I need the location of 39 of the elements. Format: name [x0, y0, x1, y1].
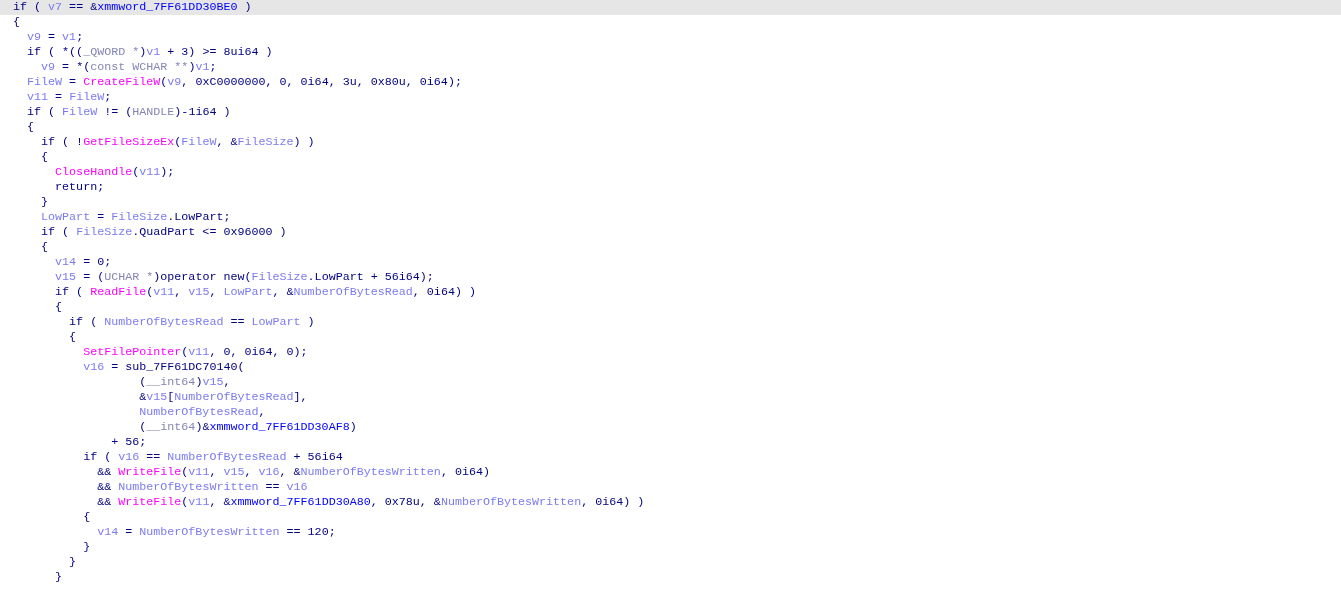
code-line: && WriteFile(v11, v15, v16, &NumberOfBytesWritten, 0i64): [96, 465, 490, 480]
code-line: (__int64)&xmmword_7FF61DD30AF8): [138, 420, 357, 435]
code-line: LowPart = FileSize.LowPart;: [40, 210, 231, 225]
code-line: {: [40, 150, 49, 165]
code-line: v16 = sub_7FF61DC70140(: [82, 360, 245, 375]
code-line: FileW = CreateFileW(v9, 0xC0000000, 0, 0i64, 3u, 0x80u, 0i64);: [26, 75, 462, 90]
code-line: {: [40, 240, 49, 255]
code-line: + 56;: [110, 435, 147, 450]
code-line: if ( v7 == &xmmword_7FF61DD30BE0 ): [12, 0, 252, 15]
code-line: if ( ReadFile(v11, v15, LowPart, &NumberOfBytesRead, 0i64) ): [54, 285, 476, 300]
code-line: if ( *((_QWORD *)v1 + 3) >= 8ui64 ): [26, 45, 273, 60]
code-line: if ( NumberOfBytesRead == LowPart ): [68, 315, 315, 330]
code-line: if ( v16 == NumberOfBytesRead + 56i64: [82, 450, 343, 465]
code-line: CloseHandle(v11);: [54, 165, 175, 180]
code-line: {: [12, 15, 20, 30]
code-line: v11 = FileW;: [26, 90, 112, 105]
code-line: NumberOfBytesRead,: [138, 405, 266, 420]
code-line: }: [40, 195, 49, 210]
code-line: v14 = NumberOfBytesWritten == 120;: [96, 525, 336, 540]
code-line: }: [54, 570, 63, 585]
code-line: return;: [54, 180, 105, 195]
code-line: v9 = *(const WCHAR **)v1;: [40, 60, 217, 75]
code-line: {: [26, 120, 35, 135]
code-line: && WriteFile(v11, &xmmword_7FF61DD30A80, 0x78u, &NumberOfBytesWritten, 0i64) ): [96, 495, 645, 510]
code-line: v14 = 0;: [54, 255, 112, 270]
code-line: if ( FileSize.QuadPart <= 0x96000 ): [40, 225, 287, 240]
code-line: if ( !GetFileSizeEx(FileW, &FileSize) ): [40, 135, 315, 150]
code-line: v15 = (UCHAR *)operator new(FileSize.LowPart + 56i64);: [54, 270, 434, 285]
code-line: {: [82, 510, 91, 525]
code-line: }: [82, 540, 91, 555]
code-line: }: [68, 555, 77, 570]
code-line: SetFilePointer(v11, 0, 0i64, 0);: [82, 345, 308, 360]
code-line: {: [68, 330, 77, 345]
code-line: v9 = v1;: [26, 30, 84, 45]
code-line: if ( FileW != (HANDLE)-1i64 ): [26, 105, 231, 120]
code-line: (__int64)v15,: [138, 375, 231, 390]
code-line: {: [54, 300, 63, 315]
code-line: && NumberOfBytesWritten == v16: [96, 480, 308, 495]
code-line: &v15[NumberOfBytesRead],: [138, 390, 308, 405]
